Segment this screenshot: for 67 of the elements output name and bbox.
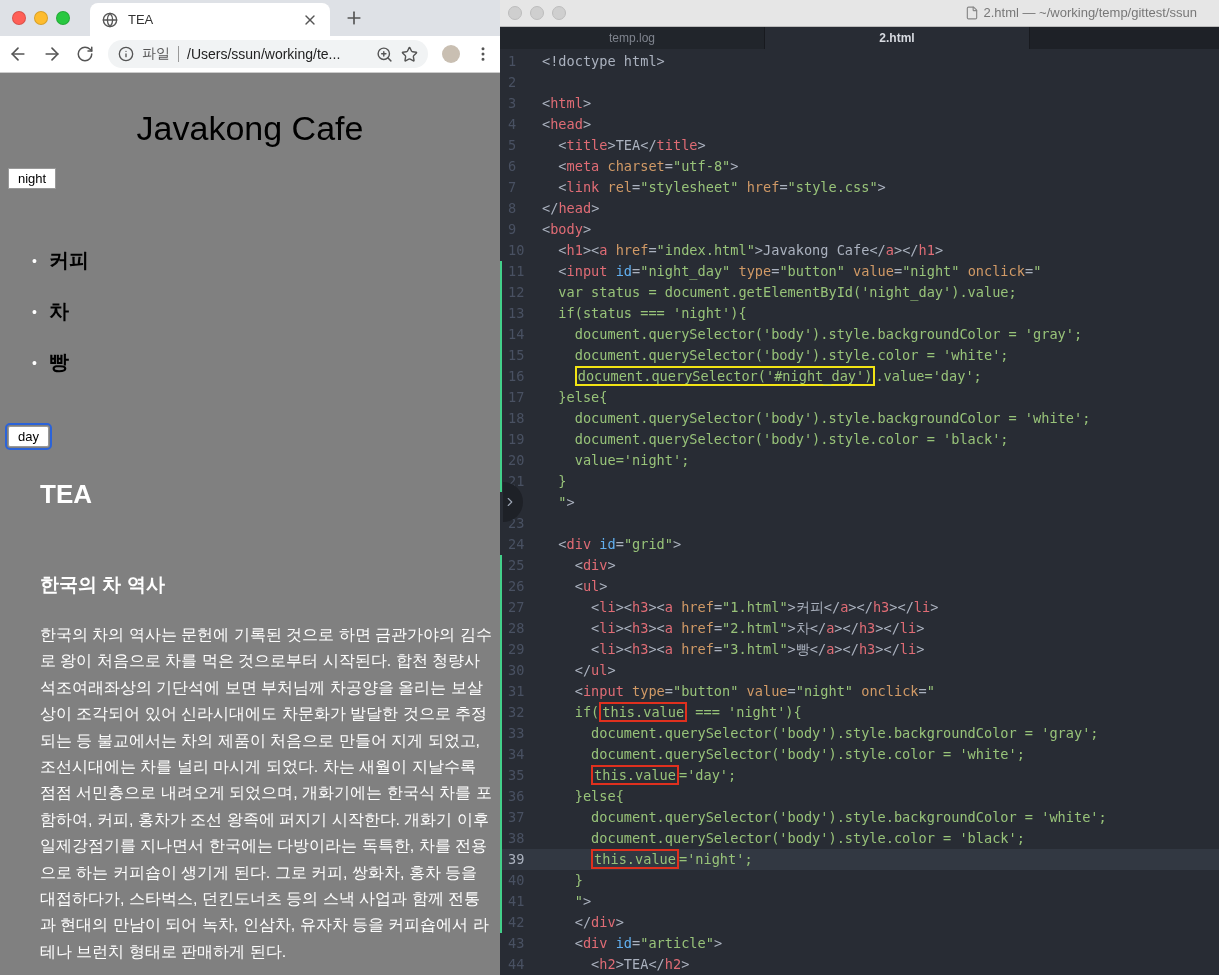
code-line: </ul> <box>573 661 616 680</box>
globe-icon <box>102 11 118 28</box>
code-line: if( this.value === 'night'){ <box>573 702 802 723</box>
bullet: • <box>32 252 37 269</box>
url-text: /Users/ssun/working/te... <box>187 46 342 62</box>
zoom-icon[interactable] <box>376 45 393 63</box>
menu-link[interactable]: 빵 <box>48 349 69 376</box>
code-line: <html> <box>542 94 592 113</box>
address-bar[interactable]: 파일 /Users/ssun/working/te... <box>108 40 428 68</box>
browser-tab[interactable]: TEA <box>90 3 330 36</box>
code-line: <h1><a href="index.html">Javakong Cafe</a></h1> <box>557 241 944 260</box>
code-line: this.value ='night'; <box>542 849 753 870</box>
code-line: <!doctype html> <box>542 52 665 71</box>
code-line: var status = document.getElementById('night_day').value; <box>557 283 1017 303</box>
bullet: • <box>32 354 37 371</box>
code-line: "> <box>557 493 575 512</box>
star-icon[interactable] <box>401 45 418 63</box>
code-line: if(status === 'night'){ <box>557 304 747 323</box>
editor-tab[interactable]: temp.log <box>500 26 765 49</box>
scheme-label: 파일 <box>142 45 170 63</box>
code-line: }else{ <box>557 388 608 407</box>
editor-tab[interactable]: 2.html <box>765 26 1030 49</box>
code-line: <li><h3><a href="2.html">차</a></h3></li> <box>590 619 925 638</box>
code-line: document.querySelector('body').style.backgroundColor = 'gray'; <box>573 325 1083 344</box>
code-line: <link rel="stylesheet" href="style.css"> <box>557 178 886 197</box>
line-number: 39 <box>507 850 526 869</box>
code-line: <head> <box>542 115 592 134</box>
code-line: document.querySelector('body').style.backgroundColor = 'gray'; <box>590 724 1099 743</box>
code-line: <input id="night_day" type="button" value="night" onclick=" <box>557 262 1042 282</box>
code-line: }else{ <box>573 787 624 806</box>
code-line: document.querySelector('body').style.backgroundColor = 'white'; <box>573 409 1091 428</box>
code-line: <ul> <box>573 577 608 596</box>
menu-link[interactable]: 차 <box>48 298 69 325</box>
article-paragraph: 한국의 차의 역사는 문헌에 기록된 것으로 하면 금관가야의 김수로 왕이 처음으로 차를 먹은 것으로부터 시작된다. 합천 청량사 석조여래좌상의 기단석에 보면 부처님께 차공양을 올리는 보살상이 조각되어 있어 신라시대에도 차문화가 발달한 것으로 추정되는 등 불교에서는 차의 제품이 처음으로 만들어 지게 되었고, 조선시대에는 차를 널리 마시게 되었다. 차는 새월이 지날수록 점점 서민층으로 내려오게 되었으며, 개화기에는 한국식 차를 포함하여, 커피, 홍차가 조선 왕족에 퍼지기 시작한다. 개화기 이후 일제강점기를 지나면서 한국에는 다방이라는 독특한, 차를 전용으로 하는 커피숍이 생기게 된다. 그로 커피, 쌍화차, 홍차 등을 대접하다가, 스타벅스, 던킨도너츠 등의 스낵 사업과 함께 전통과 현대의 만남이 되어 녹차, 인삼차, 유자차 등을 커피숍에서 라테나 브런치 형태로 판매하게 된다. <box>40 625 492 962</box>
code-line: <div> <box>573 556 616 575</box>
code-line: <li><h3><a href="3.html">빵</a></h3></li> <box>590 640 925 659</box>
code-line: "> <box>573 892 592 911</box>
article-subtitle: 한국의 차 역사 <box>40 573 166 597</box>
code-line: document.querySelector('body').style.color = 'black'; <box>590 829 1025 848</box>
window-title: 2.html — ~/working/temp/gittest/ssun <box>983 5 1197 21</box>
code-line: </div> <box>573 913 624 932</box>
code-line: </head> <box>542 199 600 218</box>
bullet: • <box>32 303 37 320</box>
code-line: this.value ='day'; <box>542 765 737 786</box>
code-line: <input type="button" value="night" onclick=" <box>573 682 935 701</box>
file-icon <box>965 5 980 20</box>
code-line: <li><h3><a href="1.html">커피</a></h3></li> <box>590 598 939 617</box>
code-line: <div id="article"> <box>573 934 723 953</box>
code-line: } <box>557 472 567 491</box>
code-line: document.querySelector('body').style.color = 'black'; <box>573 430 1009 449</box>
info-icon[interactable] <box>118 46 134 62</box>
night-button[interactable]: night <box>8 168 57 189</box>
menu-link[interactable]: 커피 <box>48 247 89 274</box>
reload-icon[interactable] <box>76 45 94 63</box>
code-line: value='night'; <box>573 451 690 470</box>
code-line: <body> <box>542 220 592 239</box>
code-line: document.querySelector('body').style.backgroundColor = 'white'; <box>590 808 1107 827</box>
code-line: <h2>TEA</h2> <box>590 955 690 974</box>
code-line: <div id="grid"> <box>557 535 682 554</box>
code-line: document.querySelector('body').style.color = 'white'; <box>573 346 1009 365</box>
article-title: TEA <box>40 479 93 510</box>
code-line: <title>TEA</title> <box>557 136 706 155</box>
page-heading[interactable]: Javakong Cafe <box>8 109 492 148</box>
code-line: <meta charset="utf-8"> <box>557 157 739 176</box>
code-line: document.querySelector('body').style.color = 'white'; <box>590 745 1025 764</box>
code-line: } <box>573 871 583 890</box>
day-button[interactable]: day <box>8 426 49 447</box>
